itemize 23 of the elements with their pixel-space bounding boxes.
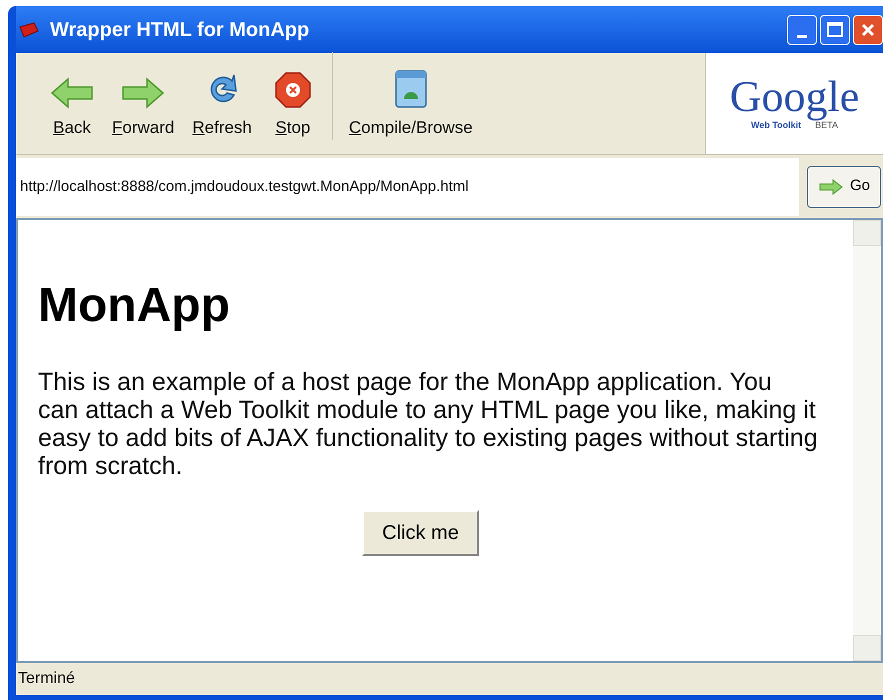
minimize-button[interactable]	[787, 14, 817, 44]
stop-icon	[274, 70, 312, 108]
status-text: Terminé	[18, 669, 75, 689]
forward-arrow-icon	[121, 76, 166, 108]
close-button[interactable]	[853, 14, 883, 44]
intro-paragraph: This is an example of a host page for the MonApp application. You can attach a Web Toolkit module to any HTML page you like, making it easy to add bits of AJAX functionality to existing pages without starting from scratch.	[38, 368, 818, 480]
back-button[interactable]: Back	[50, 76, 94, 140]
page-heading: MonApp	[38, 282, 231, 330]
close-icon	[860, 22, 876, 38]
refresh-button[interactable]: Refresh	[192, 68, 252, 140]
gwt-logo: Google Web Toolkit BETA	[705, 53, 883, 154]
click-me-button[interactable]: Click me	[362, 510, 479, 556]
address-field[interactable]: http://localhost:8888/com.jmdoudoux.testgwt.MonApp/MonApp.html	[16, 158, 799, 216]
compile-button[interactable]: Compile/Browse	[348, 68, 473, 140]
arrow-icon	[818, 178, 844, 194]
forward-button[interactable]: Forward	[112, 76, 174, 140]
browser-window-icon	[394, 68, 428, 108]
toolbox-icon	[18, 20, 40, 38]
back-arrow-icon	[50, 76, 94, 108]
go-button[interactable]: Go	[806, 166, 881, 208]
window-title: Wrapper HTML for MonApp	[50, 18, 310, 42]
stop-button[interactable]: Stop	[270, 70, 316, 140]
maximize-button[interactable]	[820, 14, 850, 44]
